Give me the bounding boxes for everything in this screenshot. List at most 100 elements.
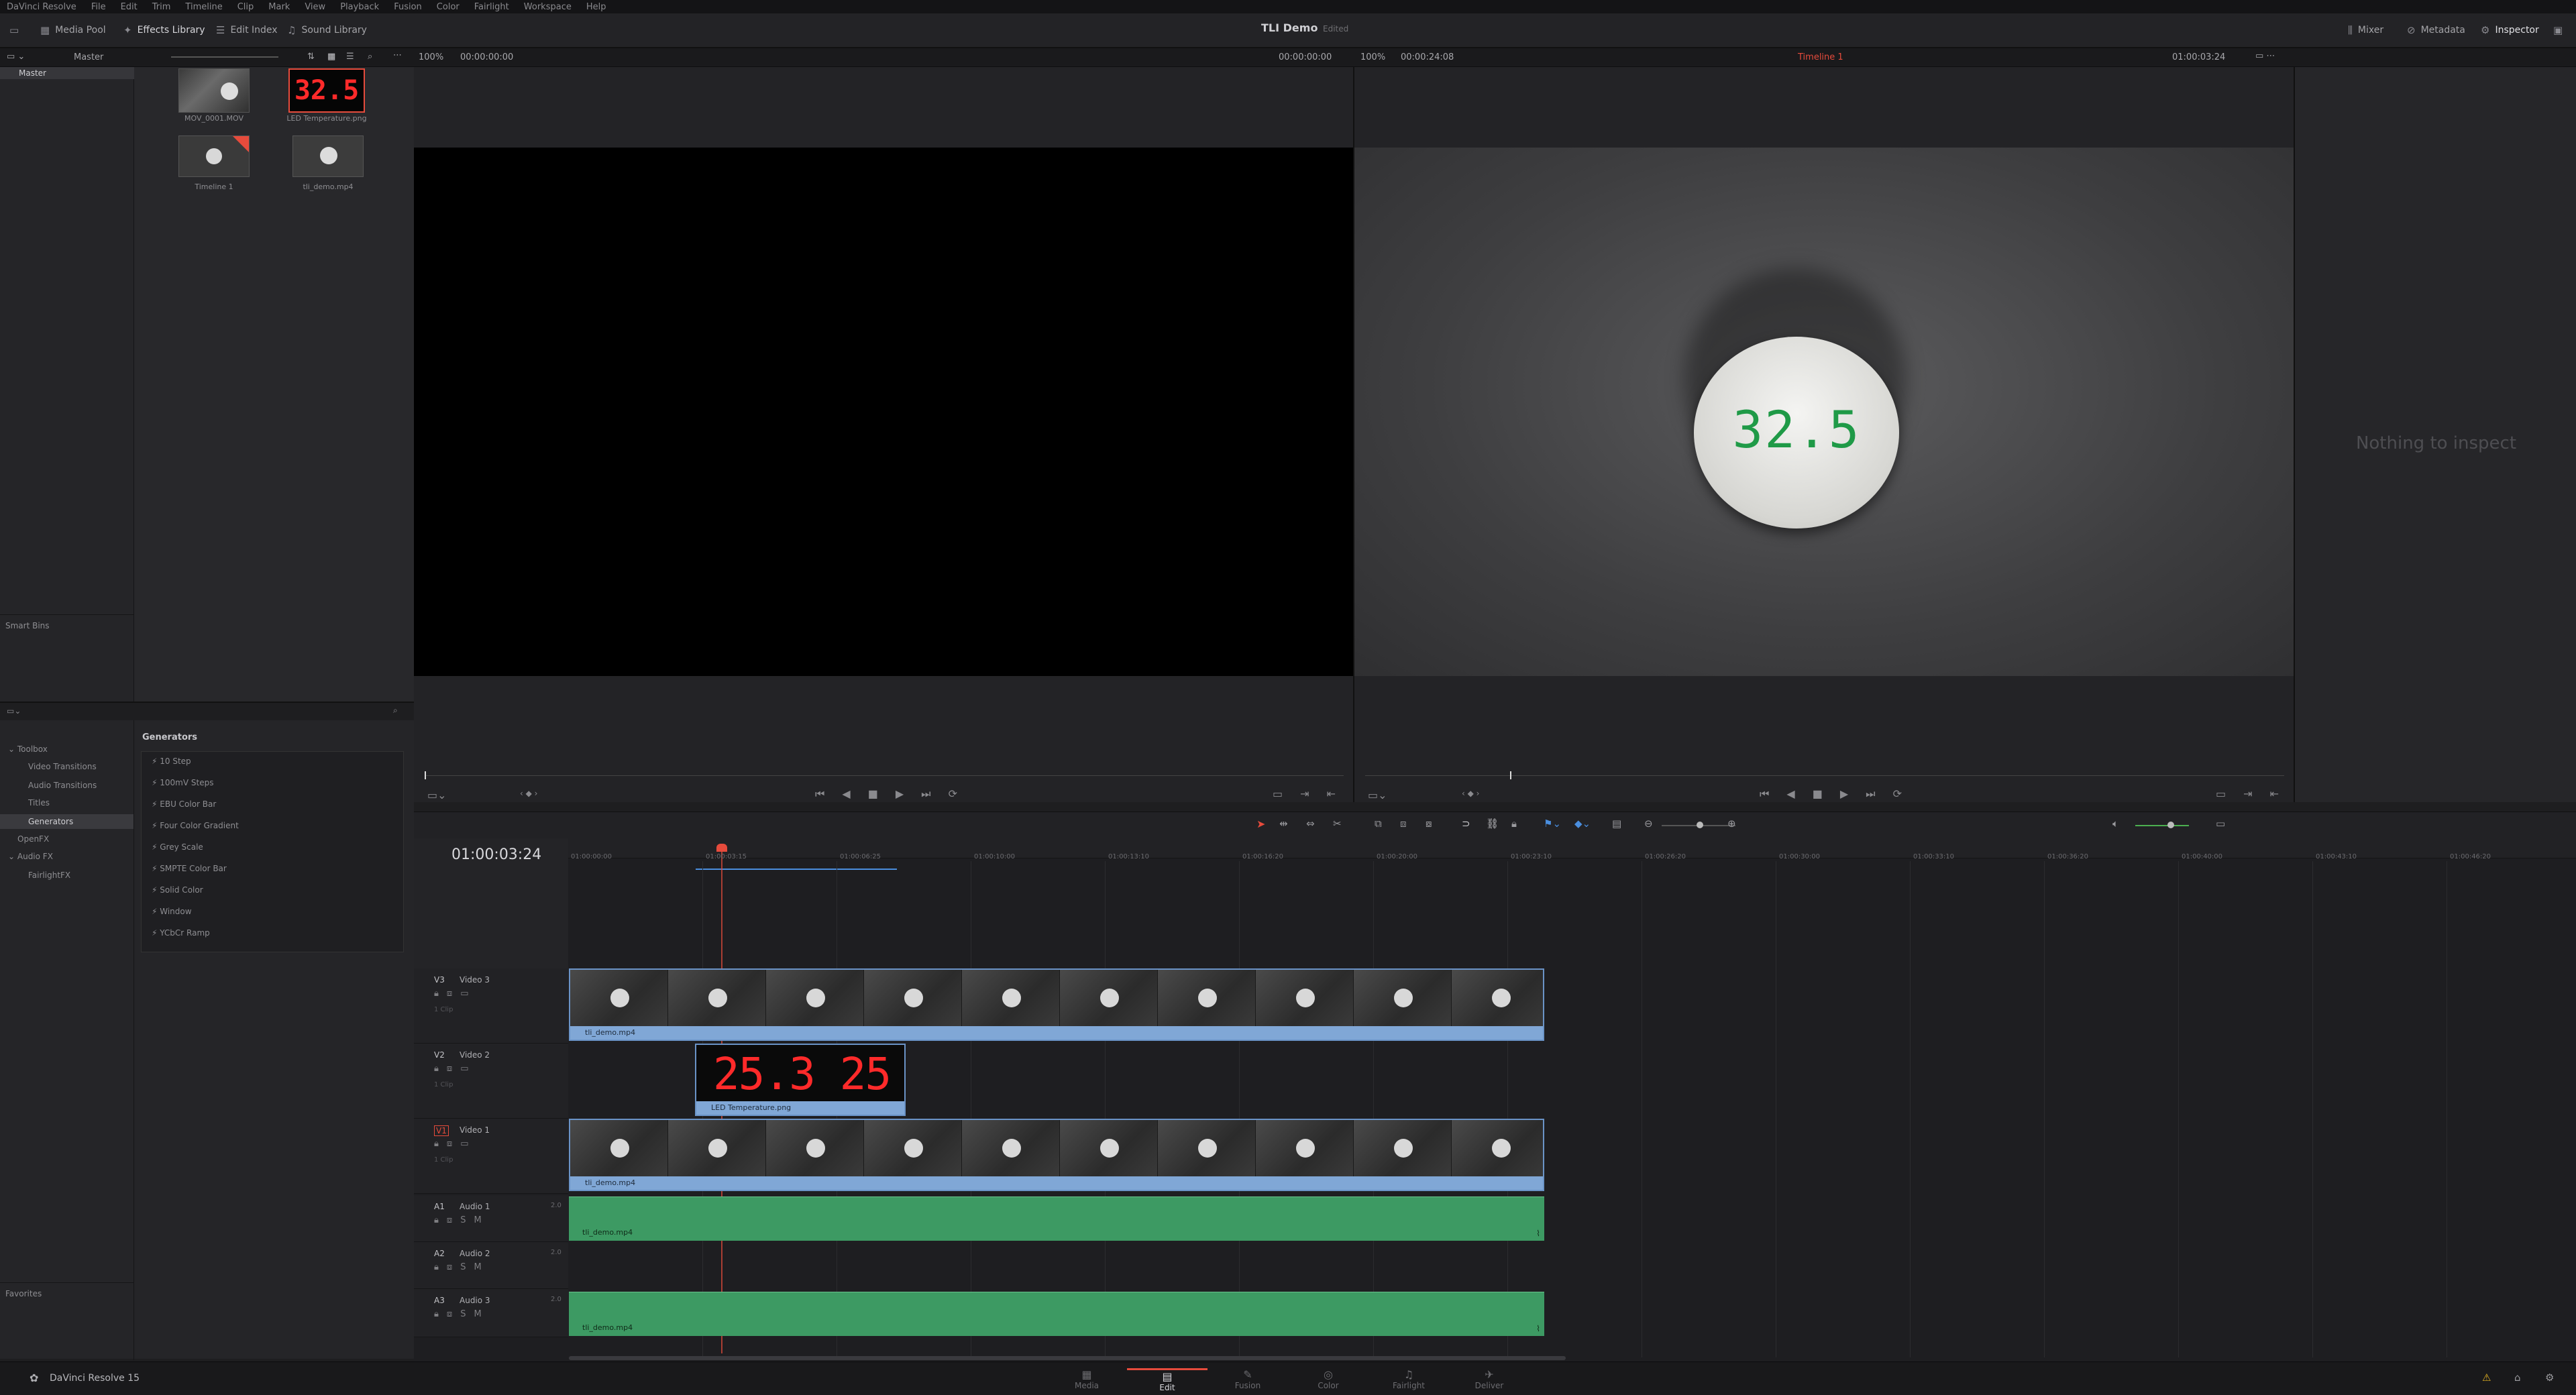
mark-in-icon[interactable]: ⇥ <box>1300 787 1309 800</box>
solo-button[interactable]: S <box>460 1262 466 1272</box>
mute-button[interactable]: M <box>474 1215 481 1225</box>
more-options-icon[interactable]: ⋯ <box>393 50 402 60</box>
page-tab-fairlight[interactable]: ♫ Fairlight <box>1368 1368 1449 1390</box>
meters-icon[interactable]: ▭ <box>2216 818 2225 830</box>
tree-titles[interactable]: Titles <box>28 798 50 807</box>
tree-toolbox[interactable]: ⌄ Toolbox <box>8 744 48 754</box>
linked-selection-icon[interactable]: ⛓ <box>1486 818 1499 830</box>
page-tab-media[interactable]: ▦ Media <box>1046 1368 1127 1390</box>
timeline-scrubber-playhead[interactable] <box>1510 771 1511 779</box>
playhead-handle[interactable] <box>716 844 727 852</box>
zoom-options-icon[interactable]: ▤ <box>1612 818 1621 830</box>
panel-layout-button[interactable]: ▭ <box>9 20 19 40</box>
timeline-name-dropdown[interactable]: Timeline 1 <box>1798 52 1843 62</box>
mark-out-icon[interactable]: ⇤ <box>2270 787 2279 800</box>
clip-thumb-mov[interactable] <box>178 68 250 113</box>
lock-icon[interactable]: 🔒︎ <box>434 1139 439 1149</box>
viewer-options-icon[interactable]: ▭ ⋯ <box>2255 51 2275 61</box>
source-scrubber[interactable] <box>425 775 1344 776</box>
timeline-audio-clip-a3[interactable]: tli_demo.mp4 ⌇ <box>569 1292 1544 1336</box>
menu-color[interactable]: Color <box>437 2 460 12</box>
generator-item[interactable]: ⚡ 10 Step <box>152 757 191 766</box>
blade-tool-icon[interactable]: ✂ <box>1333 818 1342 830</box>
solo-button[interactable]: S <box>460 1309 466 1319</box>
timeline-zoom[interactable]: 100% <box>1360 52 1385 62</box>
generator-item[interactable]: ⚡ Solid Color <box>152 885 203 895</box>
overwrite-clip-icon[interactable]: ⧈ <box>1400 818 1407 830</box>
jog-control-icon[interactable]: ‹ ◆ › <box>1462 789 1479 798</box>
clip-thumb-mp4[interactable] <box>292 135 364 177</box>
track-name[interactable]: Video 3 <box>460 975 490 985</box>
home-icon[interactable]: ⌂ <box>2514 1372 2521 1384</box>
timeline-clip-v3[interactable]: tli_demo.mp4 <box>569 968 1544 1041</box>
marker-icon[interactable]: ◆⌄ <box>1574 818 1591 830</box>
viewer-mode-icon[interactable]: ▭⌄ <box>1368 789 1387 801</box>
source-viewer-canvas[interactable] <box>414 148 1353 676</box>
timeline-audio-clip-a1[interactable]: tli_demo.mp4 ⌇ <box>569 1196 1544 1241</box>
effects-library-button[interactable]: ✦ Effects Library <box>123 20 205 40</box>
fade-icon[interactable]: ⌇ <box>1536 1229 1540 1238</box>
expand-button[interactable]: ▣ <box>2553 20 2563 40</box>
sound-library-button[interactable]: ♫ Sound Library <box>287 20 367 40</box>
stop-icon[interactable]: ■ <box>1813 787 1823 801</box>
zoom-out-icon[interactable]: ⊖ <box>1644 818 1653 830</box>
jog-control-icon[interactable]: ‹ ◆ › <box>520 789 537 798</box>
jump-end-icon[interactable]: ⏭ <box>1866 787 1875 801</box>
track-header-v3[interactable]: V3 Video 3 🔒︎ ⧈ ▭ 1 Clip <box>414 968 568 1044</box>
auto-select-icon[interactable]: ⧈ <box>447 1309 452 1319</box>
match-frame-icon[interactable]: ▭ <box>2216 787 2226 800</box>
tree-generators[interactable]: Generators <box>28 817 73 826</box>
track-header-v1[interactable]: V1 Video 1 🔒︎ ⧈ ▭ 1 Clip <box>414 1119 568 1194</box>
jump-start-icon[interactable]: ⏮ <box>815 787 824 801</box>
timeline-scrollbar[interactable] <box>569 1356 1566 1360</box>
effects-panel-toggle-icon[interactable]: ▭⌄ <box>7 706 21 716</box>
bin-list-toggle-icon[interactable]: ▭ ⌄ <box>7 52 25 62</box>
play-reverse-icon[interactable]: ◀ <box>842 787 850 801</box>
track-name[interactable]: Video 1 <box>460 1125 490 1135</box>
timeline-clip-v2[interactable]: 25.3 25 LED Temperature.png <box>695 1044 906 1116</box>
menu-mark[interactable]: Mark <box>268 2 290 12</box>
generator-item[interactable]: ⚡ 100mV Steps <box>152 778 213 787</box>
tree-audio-transitions[interactable]: Audio Transitions <box>28 781 97 790</box>
generator-item[interactable]: ⚡ YCbCr Ramp <box>152 928 210 938</box>
bin-master[interactable]: Master <box>19 68 46 78</box>
menu-clip[interactable]: Clip <box>237 2 254 12</box>
search-icon[interactable]: ⌕ <box>368 52 372 62</box>
loop-icon[interactable]: ⟳ <box>1893 787 1902 801</box>
volume-icon[interactable]: 🔈︎ <box>2112 818 2118 830</box>
dynamic-trim-icon[interactable]: ⇔ <box>1306 818 1315 830</box>
play-icon[interactable]: ▶ <box>1840 787 1848 801</box>
lock-icon[interactable]: 🔒︎ <box>434 1309 439 1319</box>
track-enable-icon[interactable]: ▭ <box>460 1064 468 1074</box>
lock-icon[interactable]: 🔒︎ <box>434 1064 439 1074</box>
auto-select-icon[interactable]: ⧈ <box>447 1064 452 1074</box>
track-enable-icon[interactable]: ▭ <box>460 1139 468 1149</box>
stop-icon[interactable]: ■ <box>868 787 878 801</box>
tree-fairlightfx[interactable]: FairlightFX <box>28 871 70 880</box>
menu-edit[interactable]: Edit <box>121 2 138 12</box>
thumbnail-size-slider[interactable] <box>171 56 278 58</box>
timeline-viewer-canvas[interactable]: 32.5 <box>1354 148 2295 676</box>
track-enable-icon[interactable]: ▭ <box>460 989 468 999</box>
jump-start-icon[interactable]: ⏮ <box>1760 787 1769 801</box>
track-header-v2[interactable]: V2 Video 2 🔒︎ ⧈ ▭ 1 Clip <box>414 1044 568 1119</box>
selection-tool-icon[interactable]: ➤ <box>1256 818 1265 830</box>
tree-video-transitions[interactable]: Video Transitions <box>28 762 97 771</box>
page-tab-fusion[interactable]: ✎ Fusion <box>1208 1368 1288 1390</box>
menu-trim[interactable]: Trim <box>152 2 171 12</box>
clip-thumb-timeline[interactable] <box>178 135 250 177</box>
auto-select-icon[interactable]: ⧈ <box>447 989 452 999</box>
settings-icon[interactable]: ⚙ <box>2545 1372 2554 1384</box>
mixer-button[interactable]: ⫼ Mixer <box>2348 20 2383 40</box>
page-tab-color[interactable]: ◎ Color <box>1288 1368 1368 1390</box>
menu-timeline[interactable]: Timeline <box>185 2 222 12</box>
edit-index-button[interactable]: ☰ Edit Index <box>216 20 278 40</box>
menu-fairlight[interactable]: Fairlight <box>474 2 509 12</box>
track-id[interactable]: V1 <box>434 1125 449 1136</box>
auto-select-icon[interactable]: ⧈ <box>447 1215 452 1225</box>
track-name[interactable]: Audio 3 <box>460 1296 490 1305</box>
track-name[interactable]: Audio 1 <box>460 1202 490 1211</box>
viewer-mode-icon[interactable]: ▭⌄ <box>427 789 447 801</box>
generator-item[interactable]: ⚡ Four Color Gradient <box>152 821 239 830</box>
grid-view-icon[interactable]: ▦ <box>327 52 335 62</box>
